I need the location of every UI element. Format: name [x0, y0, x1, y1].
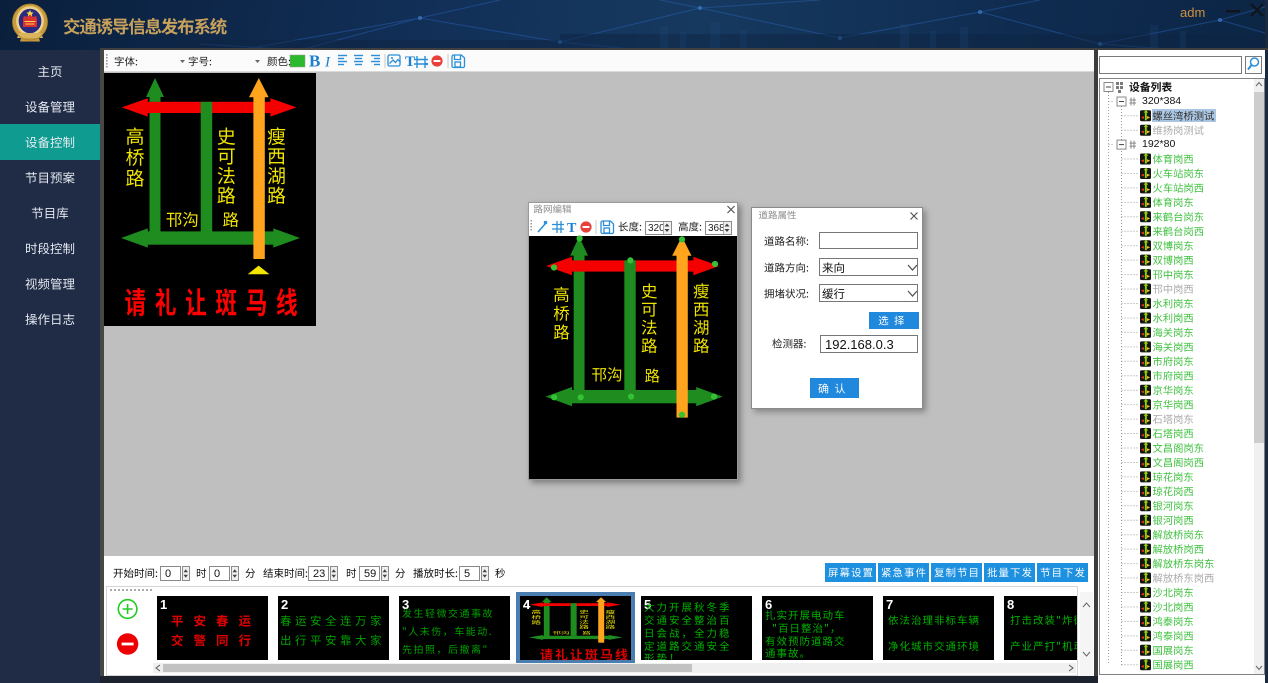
svg-text:T: T	[567, 221, 577, 236]
svg-text:I: I	[324, 55, 331, 71]
svg-text:T: T	[405, 54, 415, 70]
svg-text:B: B	[309, 52, 320, 71]
